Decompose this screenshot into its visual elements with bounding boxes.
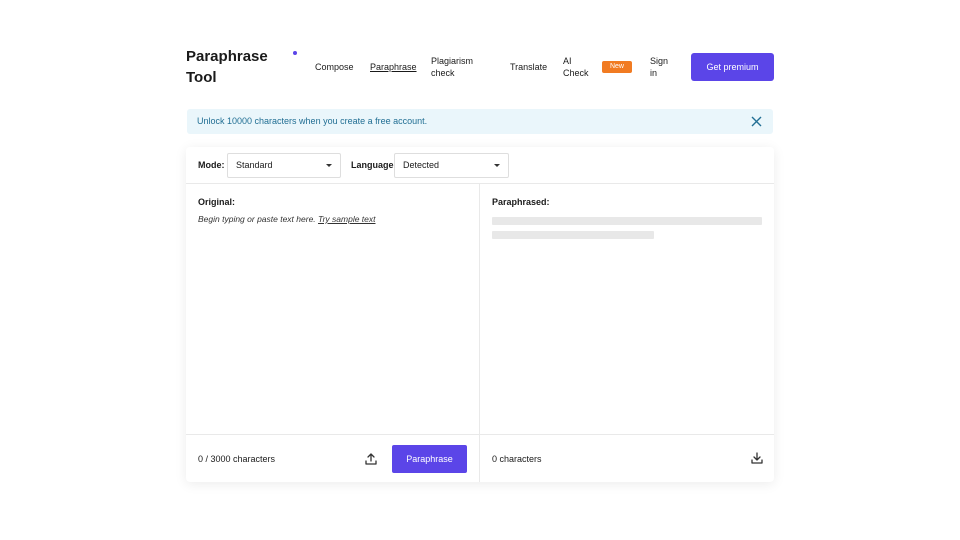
get-premium-button[interactable]: Get premium xyxy=(691,53,774,81)
caret-down-icon xyxy=(326,164,332,167)
nav-compose[interactable]: Compose xyxy=(315,61,354,73)
skeleton-line xyxy=(492,231,654,239)
original-label: Original: xyxy=(198,197,236,207)
try-sample-link[interactable]: Try sample text xyxy=(318,214,375,224)
paraphrased-char-count: 0 characters xyxy=(492,454,542,464)
nav-ai-check[interactable]: AI Check xyxy=(563,55,593,79)
pane-divider xyxy=(479,184,480,482)
language-value: Detected xyxy=(403,160,440,170)
nav-translate[interactable]: Translate xyxy=(510,61,547,73)
paraphrased-label: Paraphrased: xyxy=(492,197,550,207)
language-label: Language: xyxy=(351,160,397,170)
paraphrase-card: Mode: Standard Language: Detected Origin… xyxy=(186,147,774,482)
paraphrase-button[interactable]: Paraphrase xyxy=(392,445,467,473)
dot-icon xyxy=(293,51,297,55)
new-badge: New xyxy=(602,61,632,73)
nav-plagiarism-check[interactable]: Plagiarism check xyxy=(431,55,489,79)
placeholder-text: Begin typing or paste text here. xyxy=(198,214,316,224)
mode-select[interactable]: Standard xyxy=(227,153,341,178)
footer-divider xyxy=(186,434,774,435)
toolbar: Mode: Standard Language: Detected xyxy=(186,147,774,184)
skeleton-line xyxy=(492,217,762,225)
mode-value: Standard xyxy=(236,160,273,170)
info-banner: Unlock 10000 characters when you create … xyxy=(187,109,773,134)
banner-text: Unlock 10000 characters when you create … xyxy=(197,116,428,126)
header: Paraphrase Tool Compose Paraphrase Plagi… xyxy=(186,44,774,94)
upload-icon[interactable] xyxy=(364,452,378,466)
original-input[interactable]: Begin typing or paste text here. Try sam… xyxy=(198,214,376,224)
nav-sign-in[interactable]: Sign in xyxy=(650,55,676,79)
caret-down-icon xyxy=(494,164,500,167)
download-icon[interactable] xyxy=(750,451,764,465)
logo[interactable]: Paraphrase Tool xyxy=(186,46,286,88)
mode-label: Mode: xyxy=(198,160,225,170)
close-icon[interactable] xyxy=(751,116,762,127)
nav-paraphrase[interactable]: Paraphrase xyxy=(370,61,417,73)
original-char-count: 0 / 3000 characters xyxy=(198,454,276,464)
language-select[interactable]: Detected xyxy=(394,153,509,178)
